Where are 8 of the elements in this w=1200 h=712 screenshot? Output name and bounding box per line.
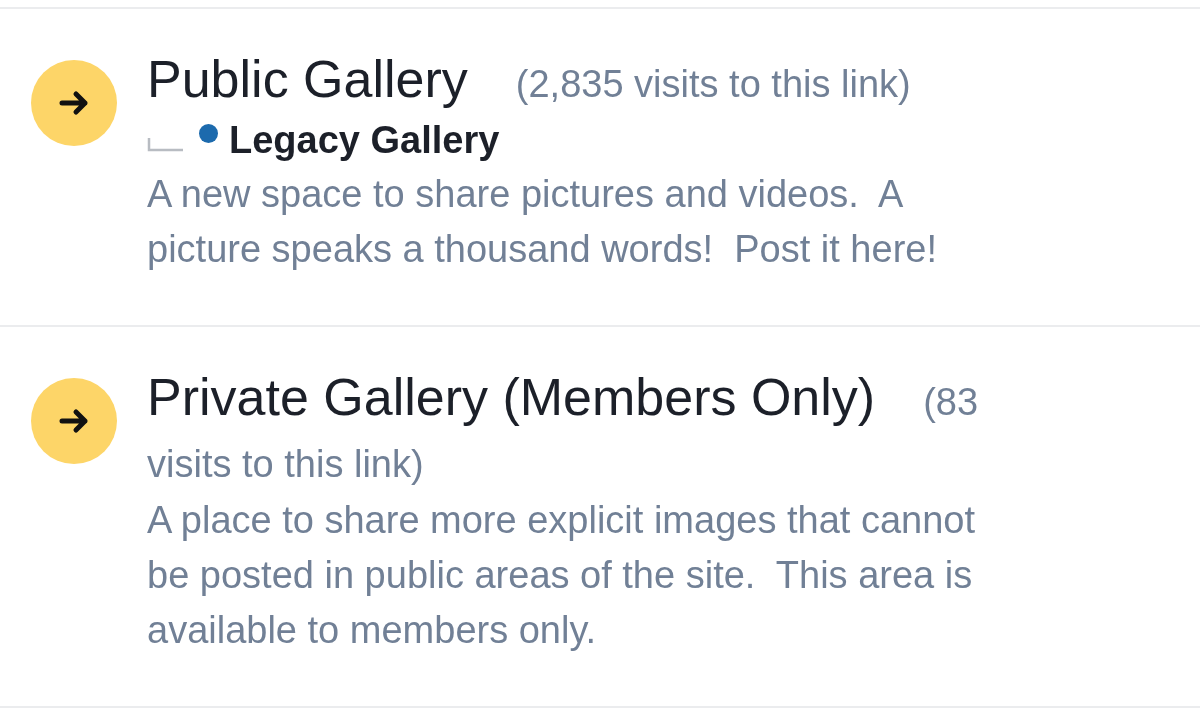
tree-branch-icon (147, 138, 183, 152)
node-title-link[interactable]: Public Gallery (147, 50, 468, 108)
node-heading: Private Gallery (Members Only) (83 visits to this link) (147, 369, 980, 487)
node-description: A new space to share pictures and videos. A picture speaks a thousand words! Post it here! (147, 172, 938, 272)
node-description: A place to share more explicit images that cannot be posted in public areas of the site. This area is available to members only. (147, 498, 976, 653)
node-heading: Public Gallery (2,835 visits to this link) (147, 51, 912, 110)
node-title-link[interactable]: Private Gallery (Members Only) (147, 368, 876, 426)
subforum-link[interactable]: Legacy Gallery (229, 119, 500, 161)
